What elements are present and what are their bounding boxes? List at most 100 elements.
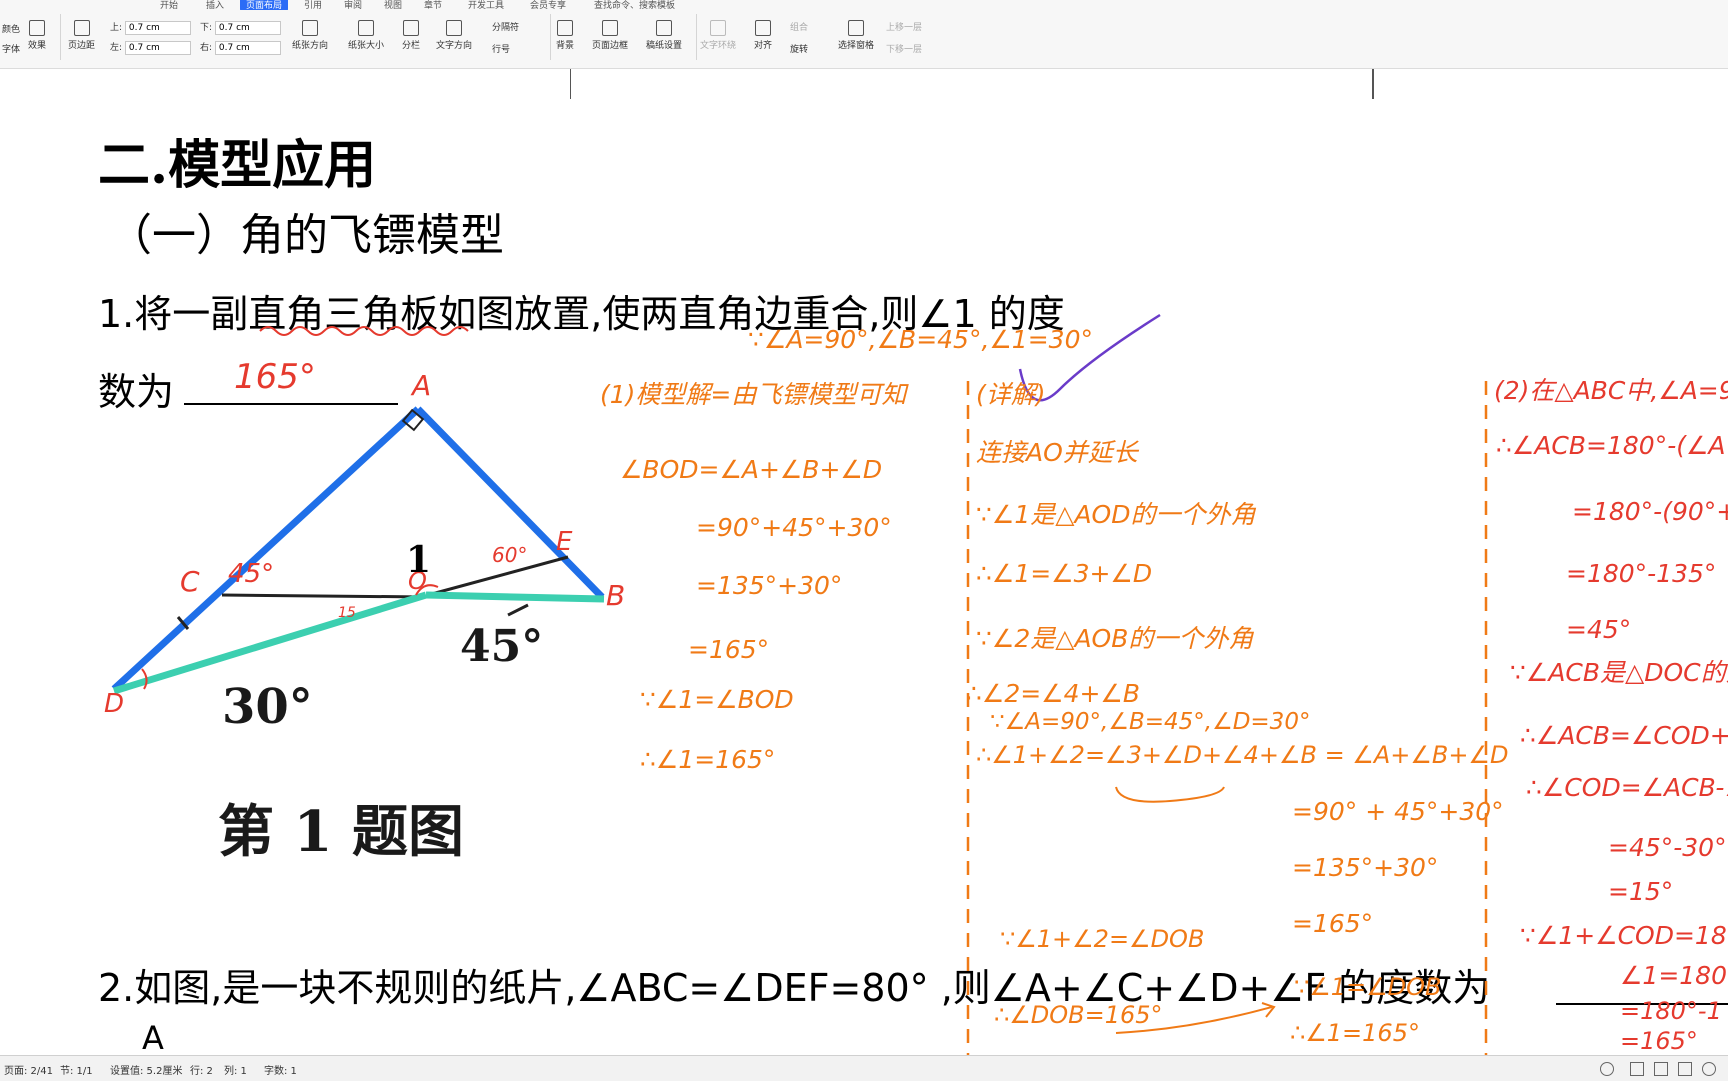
col2-line-8: ∴∠1+∠2=∠3+∠D+∠4+∠B = ∠A+∠B+∠D (976, 741, 1509, 769)
document-page[interactable]: 二.模型应用 （一）角的飞镖模型 1.将一副直角三角板如图放置,使两直角边重合,… (0, 69, 1728, 1055)
divider (550, 14, 551, 60)
status-bar: 页面: 2/41 节: 1/1 设置值: 5.2厘米 行: 2 列: 1 字数:… (0, 1055, 1728, 1081)
col1-line-4: =135°+30° (696, 571, 843, 600)
figure-caption: 第 1 题图 (218, 799, 464, 865)
text-direction-button[interactable]: 文字方向 (436, 20, 472, 51)
outline-view-icon[interactable] (1654, 1062, 1668, 1076)
label-45: 45° (460, 621, 544, 672)
align-button[interactable]: 对齐 (754, 20, 772, 51)
label-30: 30° (222, 679, 313, 735)
margin-bottom-input[interactable] (214, 21, 281, 35)
col3-line-8: ∴∠COD=∠ACB-∠B (1526, 773, 1728, 802)
margin-top-input[interactable] (124, 21, 191, 35)
margins-icon (73, 20, 90, 36)
tab-member[interactable]: 会员专享 (530, 0, 566, 10)
size-button[interactable]: 纸张大小 (348, 20, 384, 51)
label-45-top: 45° (228, 559, 275, 589)
figure-1: A B C D E O 1 45° 60° 15 45° 30° 第 1 题图 (98, 369, 648, 899)
cursor-icon (848, 20, 864, 36)
align-icon (755, 20, 771, 36)
color-button[interactable]: 颜色 (2, 22, 20, 35)
col2-line-9: =90° + 45°+30° (1292, 797, 1504, 826)
section-title: 二.模型应用 (98, 135, 377, 196)
tab-chapter[interactable]: 章节 (424, 0, 442, 10)
col2-line-15: ∴∠1=165° (1290, 1019, 1420, 1047)
separator-button[interactable]: 分隔符 (492, 20, 519, 33)
col2-line-3: ∵∠1是△AOD的一个外角 (976, 500, 1256, 529)
eye-icon[interactable] (1600, 1062, 1614, 1076)
orientation-icon (302, 20, 318, 36)
col3-line-13: =180°-1 (1620, 997, 1722, 1025)
status-page[interactable]: 页面: 2/41 (4, 1062, 53, 1077)
tab-view[interactable]: 视图 (384, 0, 402, 10)
col1-line-7: ∴∠1=165° (640, 745, 776, 774)
question-2-figure-fragment: A (142, 1019, 164, 1055)
status-row: 行: 2 (190, 1066, 213, 1077)
col1-line-5: =165° (688, 635, 770, 664)
col2-line-1: (详解) (976, 380, 1046, 409)
arrow-45 (507, 603, 529, 617)
dashed-divider-2 (1484, 381, 1488, 1055)
background-button[interactable]: 背景 (556, 20, 574, 51)
margin-bottom-field: 下: (200, 20, 281, 35)
effect-button[interactable]: 效果 (28, 20, 46, 51)
label-e: E (556, 527, 573, 557)
col1-line-1: (1)模型解=由飞镖模型可知 (600, 380, 907, 409)
page-edge-mark (570, 69, 571, 99)
page-view-icon[interactable] (1630, 1062, 1644, 1076)
select-pane-button[interactable]: 选择窗格 (838, 20, 874, 51)
col2-line-7: ∵∠A=90°,∠B=45°,∠D=30° (990, 709, 1311, 735)
orientation-button[interactable]: 纸张方向 (292, 20, 328, 51)
col1-line-2: ∠BOD=∠A+∠B+∠D (620, 455, 883, 484)
tab-references[interactable]: 引用 (304, 0, 322, 10)
wrap-icon (710, 20, 726, 36)
col2-line-2: 连接AO并延长 (976, 438, 1138, 467)
col2-line-11: =165° (1292, 909, 1374, 938)
col3-line-14: =165° (1620, 1027, 1698, 1055)
search-hint[interactable]: 查找命令、搜索模板 (594, 0, 675, 10)
web-view-icon[interactable] (1702, 1062, 1716, 1076)
ribbon: 开始 插入 页面布局 引用 审阅 视图 章节 开发工具 会员专享 查找命令、搜索… (0, 0, 1728, 69)
arrow-mark (1115, 1002, 1276, 1034)
col2-line-12: ∵∠1+∠2=∠DOB (1000, 925, 1205, 953)
margin-right-input[interactable] (214, 41, 281, 55)
col3-line-5: =45° (1566, 615, 1632, 644)
label-c: C (180, 565, 200, 598)
subsection-title: （一）角的飞镖模型 (108, 210, 504, 261)
columns-button[interactable]: 分栏 (402, 20, 420, 51)
tab-insert[interactable]: 插入 (206, 0, 224, 10)
group-button[interactable]: 组合 (790, 20, 808, 33)
status-section: 节: 1/1 (60, 1066, 93, 1077)
brace-mark (1115, 786, 1225, 803)
bring-forward-button[interactable]: 上移一层 (886, 20, 922, 33)
status-col: 列: 1 (224, 1066, 247, 1077)
col1-line-6: ∵∠1=∠BOD (640, 685, 794, 714)
paper-size-icon (358, 20, 374, 36)
page-border-button[interactable]: 页面边框 (592, 20, 628, 51)
col3-line-6: ∵∠ACB是△DOC的外 (1510, 658, 1728, 687)
col2-line-4: ∴∠1=∠3+∠D (976, 559, 1153, 588)
tab-page-layout[interactable]: 页面布局 (240, 0, 289, 10)
tab-review[interactable]: 审阅 (344, 0, 362, 10)
read-view-icon[interactable] (1678, 1062, 1692, 1076)
status-words[interactable]: 字数: 1 (264, 1062, 297, 1077)
font-button[interactable]: 字体 (2, 42, 20, 55)
wavy-underline (259, 326, 469, 336)
status-setting[interactable]: 设置值: 5.2厘米 (110, 1062, 182, 1077)
handwritten-answer-1: 165° (234, 357, 316, 397)
wrap-button[interactable]: 文字环绕 (700, 20, 736, 51)
send-backward-button[interactable]: 下移一层 (886, 42, 922, 55)
tab-home[interactable]: 开始 (160, 0, 178, 10)
label-b: B (606, 579, 626, 612)
line-number-button[interactable]: 行号 (492, 42, 510, 55)
columns-icon (403, 20, 419, 36)
margins-button[interactable]: 页边距 (68, 20, 95, 51)
tab-developer[interactable]: 开发工具 (468, 0, 504, 10)
col2-line-14: ∵∠1=∠DOB (1294, 973, 1442, 1001)
rotate-button[interactable]: 旋转 (790, 42, 808, 55)
manuscript-button[interactable]: 稿纸设置 (646, 20, 682, 51)
line-c-o (221, 593, 427, 599)
label-a: A (412, 369, 432, 402)
margin-right-field: 右: (200, 40, 281, 55)
margin-left-input[interactable] (124, 41, 191, 55)
